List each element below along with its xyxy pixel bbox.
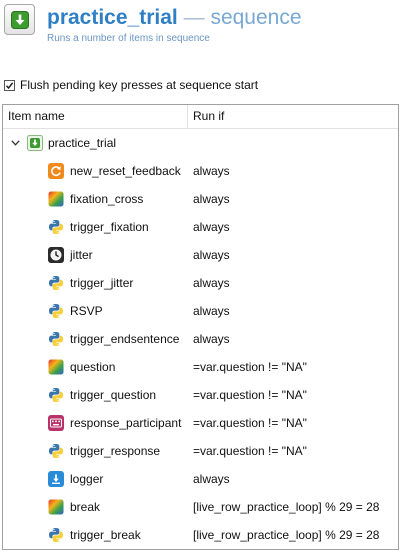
flush-keypresses-checkbox[interactable] bbox=[4, 79, 15, 91]
column-header-item-name[interactable]: Item name bbox=[8, 105, 65, 128]
chevron-down-icon[interactable] bbox=[11, 140, 20, 146]
flush-keypresses-option[interactable]: Flush pending key presses at sequence st… bbox=[4, 77, 258, 93]
tree-item-row[interactable]: response_participant =var.question != "NA… bbox=[3, 409, 398, 437]
tree-item-run-if[interactable]: always bbox=[193, 157, 230, 185]
tree-item-row[interactable]: new_reset_feedback always bbox=[3, 157, 398, 185]
tree-item-run-if[interactable]: always bbox=[193, 213, 230, 241]
item-type-label: sequence bbox=[210, 6, 302, 29]
tree-item-row[interactable]: trigger_jitter always bbox=[3, 269, 398, 297]
sketchpad-icon bbox=[48, 499, 64, 515]
python-icon bbox=[48, 527, 64, 543]
tree-item-row[interactable]: trigger_break [live_row_practice_loop] % … bbox=[3, 521, 398, 549]
tree-root-row[interactable]: practice_trial bbox=[3, 129, 398, 157]
tree-item-row[interactable]: jitter always bbox=[3, 241, 398, 269]
title-separator: — bbox=[183, 6, 205, 29]
tree-item-run-if[interactable]: [live_row_practice_loop] % 29 = 28 bbox=[193, 521, 379, 549]
item-name-label[interactable]: practice_trial bbox=[47, 6, 178, 29]
python-icon bbox=[48, 219, 64, 235]
tree-item-name: RSVP bbox=[70, 304, 103, 318]
sketchpad-icon bbox=[48, 359, 64, 375]
tree-root-label: practice_trial bbox=[48, 136, 117, 150]
tree-item-name: question bbox=[70, 360, 116, 374]
tree-item-run-if[interactable]: =var.question != "NA" bbox=[193, 437, 307, 465]
tree-item-row[interactable]: trigger_response =var.question != "NA" bbox=[3, 437, 398, 465]
clock-icon bbox=[48, 247, 64, 263]
python-icon bbox=[48, 331, 64, 347]
reset-feedback-icon bbox=[48, 163, 64, 179]
tree-item-row[interactable]: trigger_endsentence always bbox=[3, 325, 398, 353]
tree-item-run-if[interactable]: =var.question != "NA" bbox=[193, 353, 307, 381]
tree-item-row[interactable]: trigger_question =var.question != "NA" bbox=[3, 381, 398, 409]
python-icon bbox=[48, 275, 64, 291]
python-icon bbox=[48, 303, 64, 319]
tree-item-name: trigger_question bbox=[70, 388, 157, 402]
tree-item-row[interactable]: RSVP always bbox=[3, 297, 398, 325]
item-header: practice_trial — sequence Runs a number … bbox=[0, 0, 401, 52]
tree-item-name: trigger_response bbox=[70, 444, 161, 458]
tree-item-row[interactable]: fixation_cross always bbox=[3, 185, 398, 213]
column-divider[interactable] bbox=[187, 105, 188, 128]
logger-icon bbox=[48, 471, 64, 487]
tree-item-run-if[interactable]: always bbox=[193, 465, 230, 493]
tree-item-name: trigger_break bbox=[70, 528, 141, 542]
tree-item-run-if[interactable]: always bbox=[193, 297, 230, 325]
sequence-item-tree[interactable]: Item name Run if practice_trial new_rese… bbox=[2, 104, 399, 550]
tree-item-run-if[interactable]: always bbox=[193, 241, 230, 269]
tree-item-run-if[interactable]: [live_row_practice_loop] % 29 = 28 bbox=[193, 493, 379, 521]
tree-item-row[interactable]: logger always bbox=[3, 465, 398, 493]
tree-item-name: break bbox=[70, 500, 101, 514]
tree-item-name: trigger_endsentence bbox=[70, 332, 180, 346]
tree-item-name: jitter bbox=[70, 248, 93, 262]
tree-item-run-if[interactable]: =var.question != "NA" bbox=[193, 381, 307, 409]
keyboard-response-icon bbox=[48, 415, 64, 431]
python-icon bbox=[48, 387, 64, 403]
sketchpad-icon bbox=[48, 191, 64, 207]
python-icon bbox=[48, 443, 64, 459]
tree-item-row[interactable]: trigger_fixation always bbox=[3, 213, 398, 241]
tree-item-name: trigger_jitter bbox=[70, 276, 134, 290]
tree-item-run-if[interactable]: always bbox=[193, 185, 230, 213]
tree-item-name: response_participant bbox=[70, 416, 182, 430]
flush-keypresses-label: Flush pending key presses at sequence st… bbox=[20, 78, 259, 92]
item-title[interactable]: practice_trial — sequence bbox=[47, 5, 302, 31]
tree-item-name: new_reset_feedback bbox=[70, 164, 181, 178]
tree-item-row[interactable]: question =var.question != "NA" bbox=[3, 353, 398, 381]
tree-item-run-if[interactable]: =var.question != "NA" bbox=[193, 409, 307, 437]
tree-item-name: fixation_cross bbox=[70, 192, 144, 206]
tree-item-name: logger bbox=[70, 472, 104, 486]
item-description[interactable]: Runs a number of items in sequence bbox=[47, 33, 210, 44]
tree-header: Item name Run if bbox=[3, 105, 398, 129]
tree-item-name: trigger_fixation bbox=[70, 220, 149, 234]
sequence-icon[interactable] bbox=[4, 4, 35, 35]
tree-item-run-if[interactable]: always bbox=[193, 269, 230, 297]
tree-item-row[interactable]: break [live_row_practice_loop] % 29 = 28 bbox=[3, 493, 398, 521]
tree-item-run-if[interactable]: always bbox=[193, 325, 230, 353]
check-icon bbox=[5, 81, 14, 89]
column-header-run-if[interactable]: Run if bbox=[193, 105, 224, 128]
sequence-icon bbox=[27, 135, 43, 151]
